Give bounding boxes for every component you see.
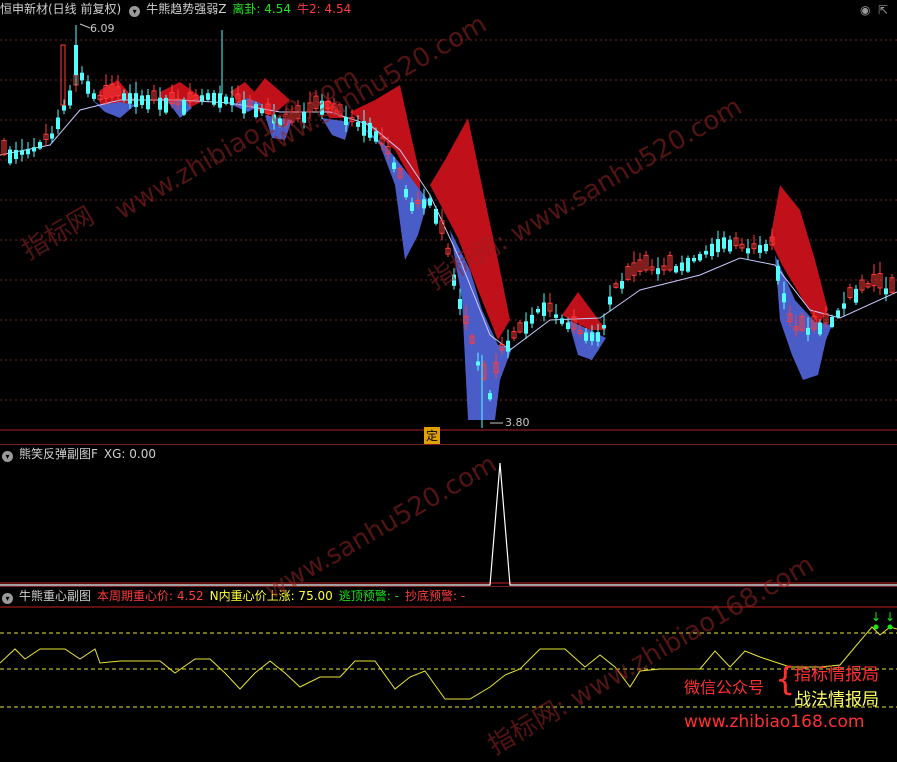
candle-body (38, 142, 42, 149)
candle-body (224, 96, 228, 104)
candle-body (710, 243, 714, 257)
candle-body (728, 239, 732, 252)
price-chart-svg (0, 23, 897, 431)
candle-body (842, 303, 846, 309)
candle-body (182, 99, 186, 115)
candle-body (830, 317, 834, 327)
candle-body (80, 72, 84, 81)
candle-body (158, 97, 162, 110)
high-price-label: 6.09 (90, 22, 115, 35)
candle-body (674, 266, 678, 273)
candle-body (692, 257, 696, 262)
candle-body (656, 268, 660, 275)
candle-body (806, 327, 810, 335)
top-warning-arrow: ↓ (871, 610, 881, 624)
candle-body (764, 244, 768, 252)
high-arrow (79, 23, 91, 29)
candle-body (458, 299, 462, 309)
low-price-label: 3.80 (505, 416, 530, 429)
candle-body (206, 93, 210, 100)
candle-body (128, 93, 132, 104)
candle-body (86, 81, 90, 94)
candle-body (422, 199, 426, 209)
candle-body (608, 296, 612, 305)
candle-body (566, 322, 570, 330)
candle-body (56, 117, 60, 130)
candle-body (782, 293, 786, 303)
promo-brace: { (775, 660, 796, 698)
candle-body (362, 121, 366, 136)
candle-body (32, 147, 36, 152)
candle-body (680, 262, 684, 271)
candle-body (374, 131, 378, 142)
top-warning-dot (887, 624, 893, 630)
candle-body (584, 332, 588, 341)
candle-body (722, 237, 726, 249)
candle-body (62, 105, 66, 111)
candle-body (92, 93, 96, 99)
candle-body (356, 122, 360, 127)
promo-wechat: 微信公众号 (684, 678, 765, 697)
candle-body (776, 266, 780, 281)
candle-body (8, 149, 12, 164)
candle-body (686, 257, 690, 272)
moving-average-line (0, 99, 897, 351)
candle-body (218, 93, 222, 108)
candle-body (530, 314, 534, 324)
top-warning-dot (873, 624, 879, 630)
candle-body (542, 302, 546, 316)
candle-body (560, 318, 564, 324)
candle-body (596, 332, 600, 342)
candle-body (620, 281, 624, 289)
candle-body (554, 314, 558, 318)
promo-url: www.zhibiao168.com (684, 712, 865, 732)
candle-body (68, 90, 72, 106)
candle-body (698, 254, 702, 261)
promo-line1: 指标情报局 (794, 665, 879, 685)
candle-body (434, 208, 438, 224)
candle-body (716, 239, 720, 253)
candle-body (506, 340, 510, 352)
candle-body (602, 324, 606, 329)
candle-body (26, 149, 30, 155)
candle-body (746, 248, 750, 254)
promo-line2: 战法情报局 (794, 690, 879, 710)
candle-body (164, 97, 168, 113)
candle-body (392, 162, 396, 170)
candle-body (20, 150, 24, 155)
candle-body (122, 93, 126, 101)
candle-body (836, 310, 840, 318)
candle-body (242, 99, 246, 114)
main-chart-panel[interactable]: 恒申新材(日线 前复权) ▾ 牛熊趋势强弱Z 离卦: 4.54 牛2: 4.54 ◉ ⇱… (0, 0, 897, 444)
candle-body (488, 393, 492, 400)
candle-body (146, 95, 150, 110)
candle-body (14, 149, 18, 159)
candle-body (536, 308, 540, 313)
candle-body (74, 45, 78, 75)
candle-body (140, 95, 144, 105)
candle-body (230, 97, 234, 106)
candle-body (590, 332, 594, 342)
ding-marker: 定 (424, 427, 441, 444)
candle-body (854, 288, 858, 303)
candle-body (60, 44, 66, 106)
candle-body (884, 288, 888, 295)
candle-body (134, 93, 138, 108)
red-band (770, 185, 828, 325)
candle-body (50, 133, 54, 139)
candle-body (428, 198, 432, 206)
candle-body (818, 322, 822, 335)
candle-body (200, 95, 204, 102)
candle-body (524, 321, 528, 334)
candle-body (704, 250, 708, 255)
top-warning-arrow: ↓ (885, 610, 895, 624)
candle-body (404, 189, 408, 198)
candle-body (410, 202, 414, 211)
candle-body (758, 245, 762, 253)
candle-body (368, 122, 372, 138)
candle-body (212, 92, 216, 105)
candle-body (476, 361, 480, 366)
